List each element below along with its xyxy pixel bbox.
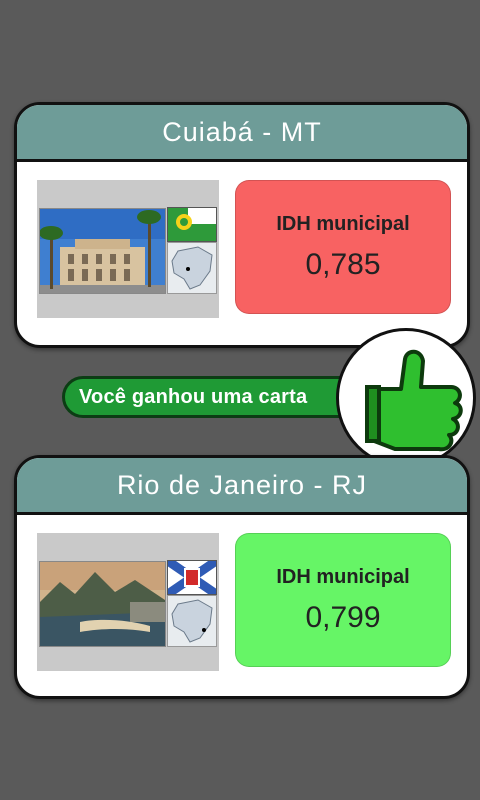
state-flag-mt <box>167 207 217 242</box>
card-title: Rio de Janeiro - RJ <box>17 458 467 515</box>
brazil-map-icon <box>167 242 217 294</box>
brazil-map-icon <box>167 595 217 647</box>
city-card-rio[interactable]: Rio de Janeiro - RJ IDH municipal 0,799 <box>14 455 470 699</box>
city-media <box>37 180 219 318</box>
state-flag-rj <box>167 560 217 595</box>
stat-value: 0,785 <box>305 247 381 281</box>
city-card-cuiaba[interactable]: Cuiabá - MT IDH municipal 0,785 <box>14 102 470 348</box>
thumbs-up-icon <box>336 328 476 468</box>
card-body: IDH municipal 0,785 <box>17 162 467 342</box>
stat-label: IDH municipal <box>276 565 410 588</box>
city-photo <box>39 561 166 647</box>
stat-box[interactable]: IDH municipal 0,799 <box>235 533 451 667</box>
banner-text: Você ganhou uma carta <box>79 385 308 408</box>
stat-value: 0,799 <box>305 600 381 634</box>
city-media <box>37 533 219 671</box>
stat-box[interactable]: IDH municipal 0,785 <box>235 180 451 314</box>
city-photo <box>39 208 166 294</box>
win-banner: Você ganhou uma carta <box>62 376 362 418</box>
card-body: IDH municipal 0,799 <box>17 515 467 695</box>
stat-label: IDH municipal <box>276 212 410 235</box>
card-title: Cuiabá - MT <box>17 105 467 162</box>
